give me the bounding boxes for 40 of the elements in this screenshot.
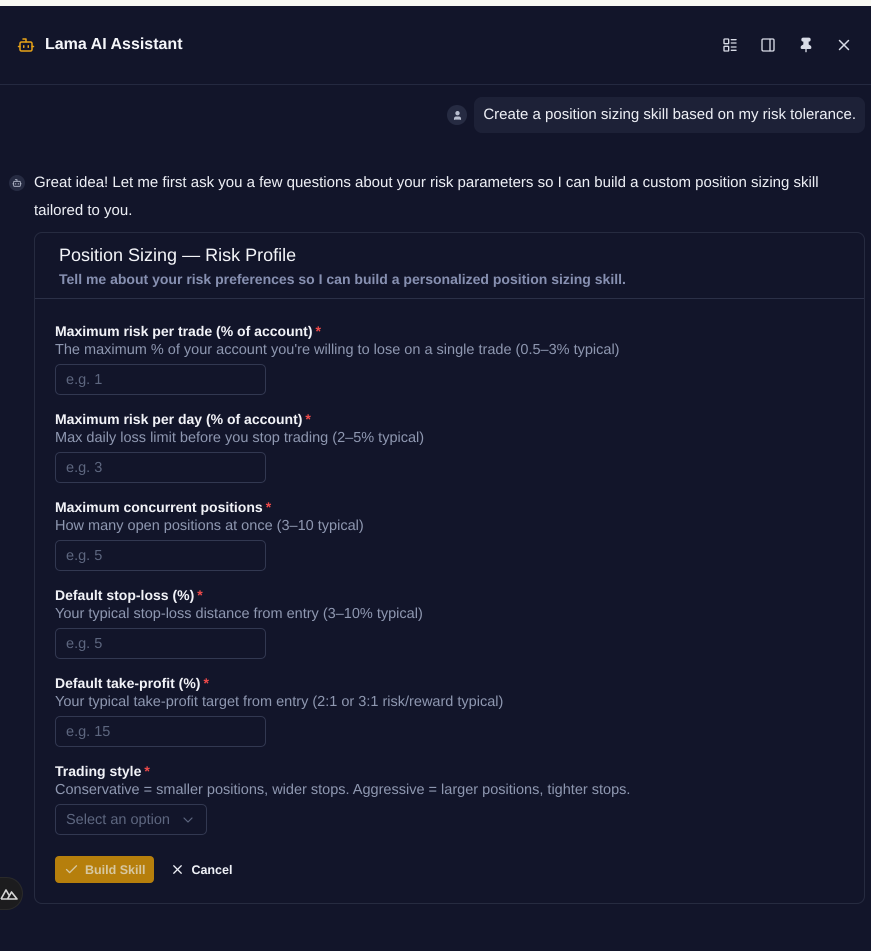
assistant-title: Lama AI Assistant	[45, 36, 183, 54]
form-title: Position Sizing — Risk Profile	[59, 244, 298, 267]
floating-logo-button[interactable]	[0, 877, 23, 910]
field-description: Your typical stop-loss distance from entry (3–10% typical)	[55, 605, 423, 624]
robot-icon	[17, 36, 35, 54]
input-field[interactable]: e.g. 15	[55, 716, 266, 747]
field-label: Default take-profit (%)	[55, 674, 200, 693]
side-panel-button[interactable]	[759, 36, 777, 54]
input-field[interactable]: e.g. 3	[55, 452, 266, 483]
pin-icon	[798, 37, 814, 53]
required-marker: *	[305, 410, 311, 429]
required-marker: *	[144, 762, 150, 781]
assistant-avatar-icon	[9, 175, 25, 191]
field-description: Your typical take-profit target from entry (2:1 or 3:1 risk/reward typical)	[55, 693, 504, 712]
layout-list-button[interactable]	[721, 36, 739, 54]
field-description: How many open positions at once (3–10 typical)	[55, 517, 364, 536]
field-description: Max daily loss limit before you stop trading (2–5% typical)	[55, 429, 424, 448]
list-layout-icon	[722, 37, 738, 53]
field-label: Trading style	[55, 762, 142, 781]
form-subtitle: Tell me about your risk preferences so I can build a personalized position sizing skill.	[59, 270, 627, 288]
field-description: Conservative = smaller positions, wider stops. Aggressive = larger positions, tighter stops.	[55, 781, 630, 800]
input-field[interactable]: e.g. 1	[55, 364, 266, 395]
field-label: Maximum risk per day (% of account)	[55, 410, 302, 429]
mountain-logo-icon	[0, 888, 18, 900]
user-message: Create a position sizing skill based on my risk tolerance.	[474, 97, 865, 133]
required-marker: *	[203, 674, 209, 693]
cancel-button[interactable]: Cancel	[170, 856, 232, 883]
input-field[interactable]: e.g. 5	[55, 540, 266, 571]
assistant-message: Great idea! Let me first ask you a few questions about your risk parameters so I can build a custom position sizing skill tailored to you.	[34, 173, 820, 221]
field-label: Maximum concurrent positions	[55, 498, 263, 517]
required-marker: *	[197, 586, 203, 605]
required-marker: *	[316, 322, 321, 341]
field-label: Maximum risk per trade (% of account)	[55, 322, 313, 341]
required-marker: *	[266, 498, 272, 517]
field-label: Default stop-loss (%)	[55, 586, 194, 605]
side-panel-icon	[760, 37, 776, 53]
input-field[interactable]: e.g. 5	[55, 628, 266, 659]
field-description: The maximum % of your account you're willing to lose on a single trade (0.5–3% typical)	[55, 341, 620, 360]
select-dropdown[interactable]: Select an option	[55, 804, 207, 835]
user-avatar-icon	[447, 105, 468, 125]
